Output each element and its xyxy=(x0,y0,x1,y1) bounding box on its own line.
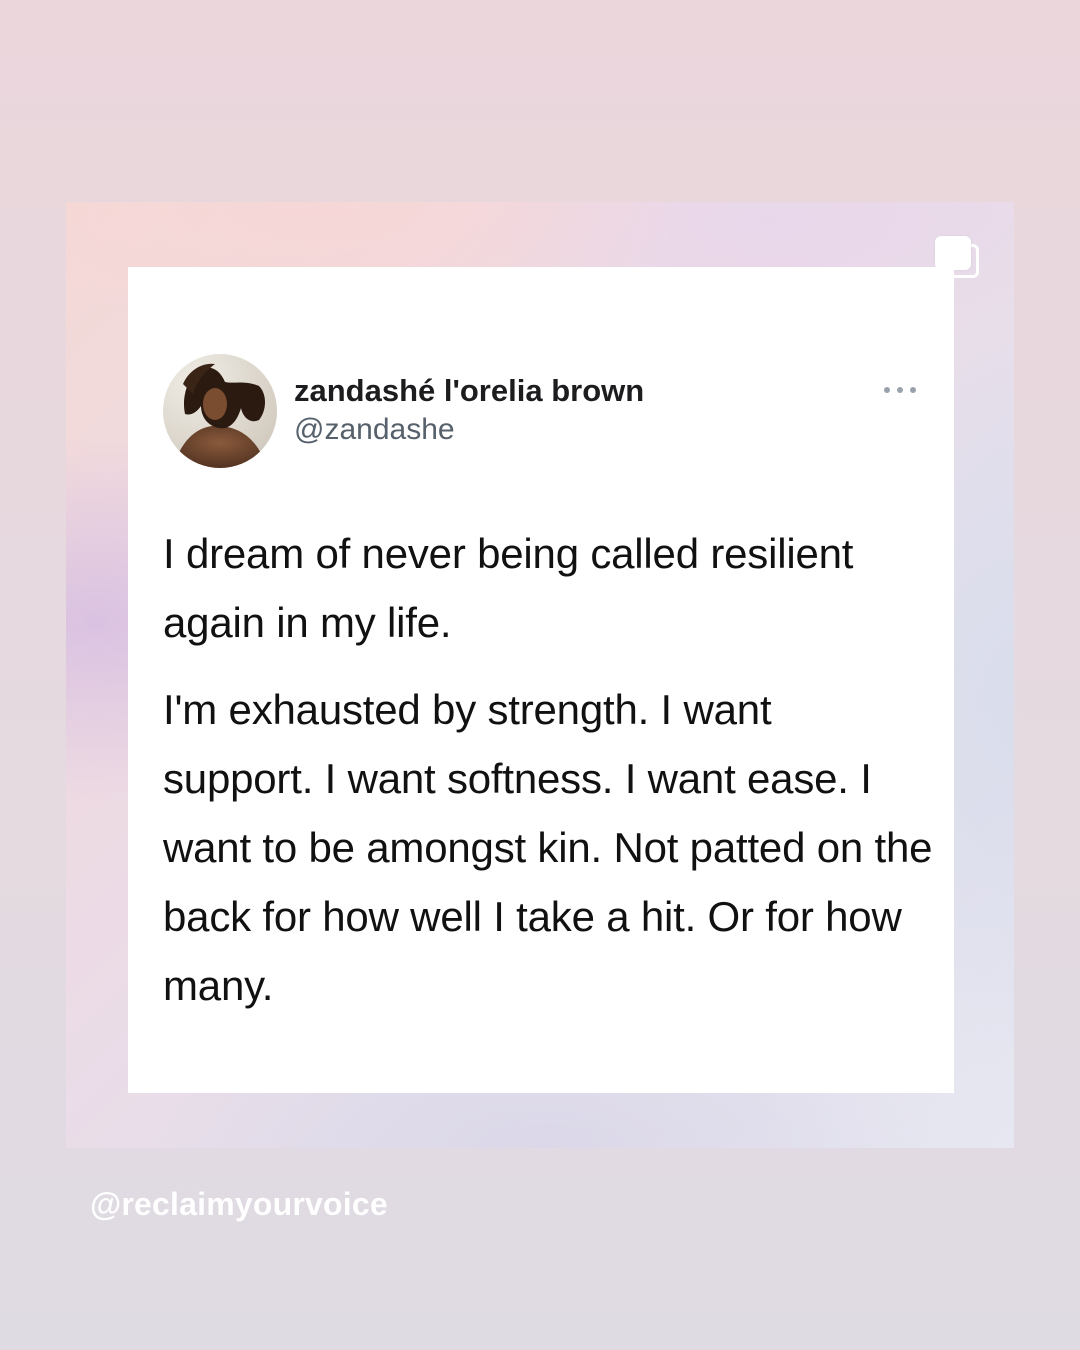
avatar-photo-icon xyxy=(163,354,277,468)
watermark-handle: @reclaimyourvoice xyxy=(90,1186,388,1222)
more-dot xyxy=(910,387,916,393)
profile-avatar[interactable] xyxy=(163,354,277,468)
more-dot xyxy=(884,387,890,393)
tweet-paragraph-2: I'm exhausted by strength. I want suppor… xyxy=(163,686,933,1009)
tweet-body: I dream of never being called resilient … xyxy=(163,519,933,1020)
tweet-paragraph-1: I dream of never being called resilient … xyxy=(163,530,854,646)
more-dot xyxy=(897,387,903,393)
user-handle[interactable]: @zandashe xyxy=(294,413,455,447)
tweet-card: zandashé l'orelia brown @zandashe I drea… xyxy=(128,267,954,1093)
multiple-images-front-square xyxy=(935,236,971,270)
display-name[interactable]: zandashé l'orelia brown xyxy=(294,373,644,409)
more-horizontal-icon[interactable] xyxy=(880,379,920,401)
